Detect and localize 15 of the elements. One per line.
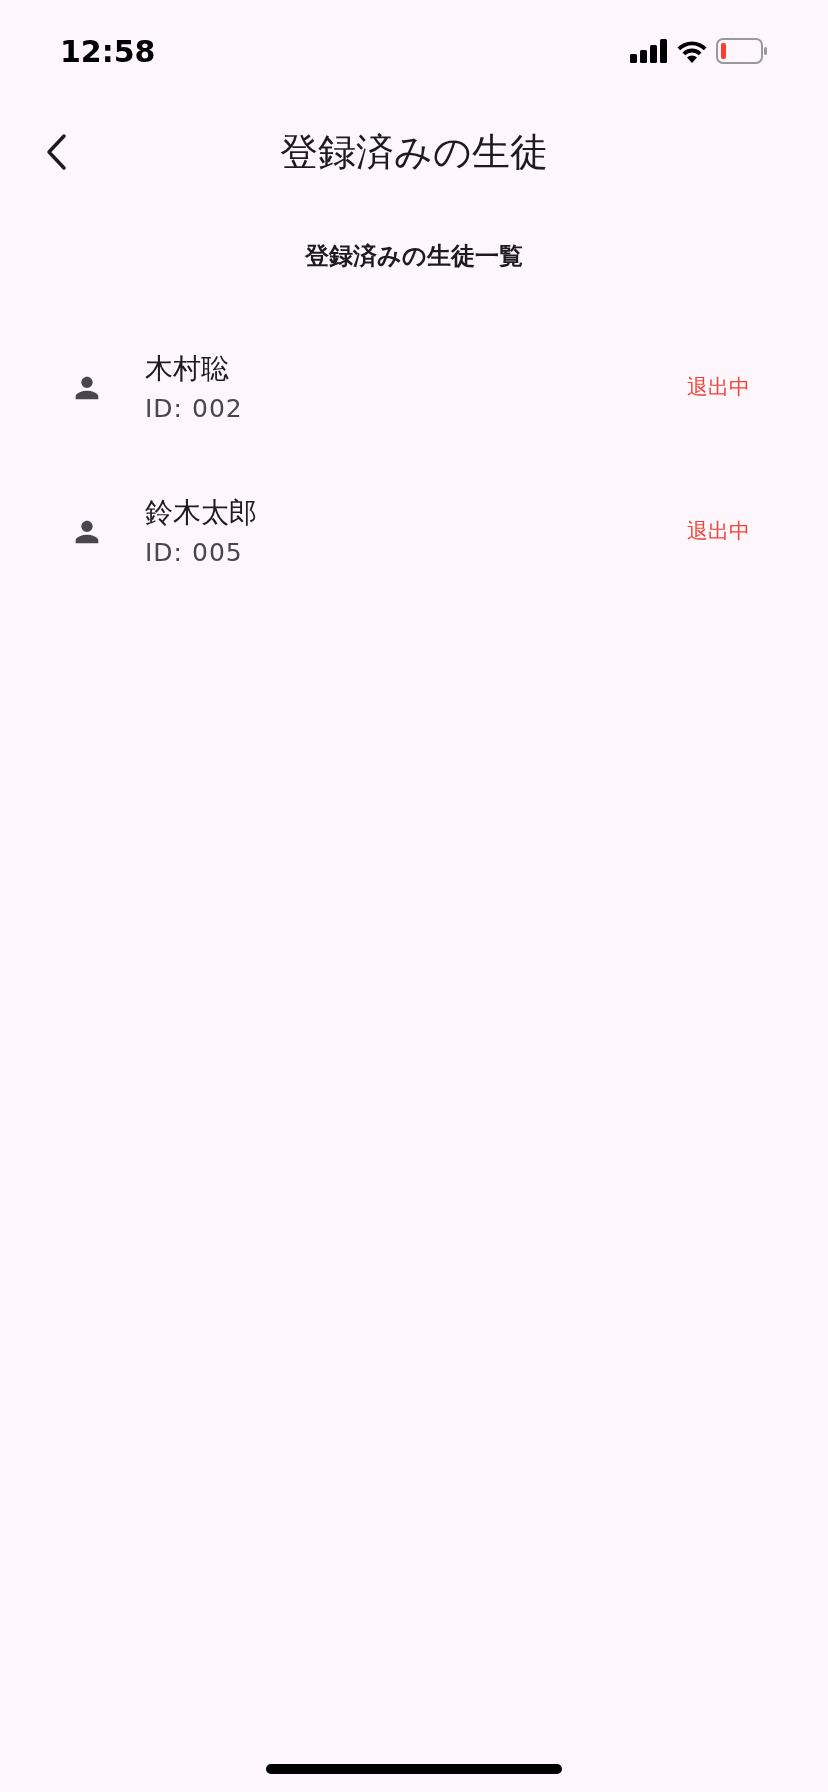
section-title: 登録済みの生徒一覧 <box>305 241 523 272</box>
back-chevron-icon <box>45 133 67 171</box>
student-id: ID: 005 <box>145 537 244 569</box>
student-name: 鈴木太郎 <box>145 495 258 531</box>
student-name: 木村聡 <box>145 351 230 387</box>
battery-icon <box>716 38 768 64</box>
signal-icon <box>630 39 668 63</box>
student-row[interactable]: 鈴木太郎 ID: 005 退出中 <box>0 460 828 604</box>
status-label: 退出中 <box>687 374 750 402</box>
student-id: ID: 002 <box>145 393 244 425</box>
page-title: 登録済みの生徒 <box>280 128 548 176</box>
student-row[interactable]: 木村聡 ID: 002 退出中 <box>0 316 828 460</box>
status-time: 12:58 <box>60 32 156 71</box>
wifi-icon <box>676 39 708 63</box>
status-label: 退出中 <box>687 518 750 546</box>
